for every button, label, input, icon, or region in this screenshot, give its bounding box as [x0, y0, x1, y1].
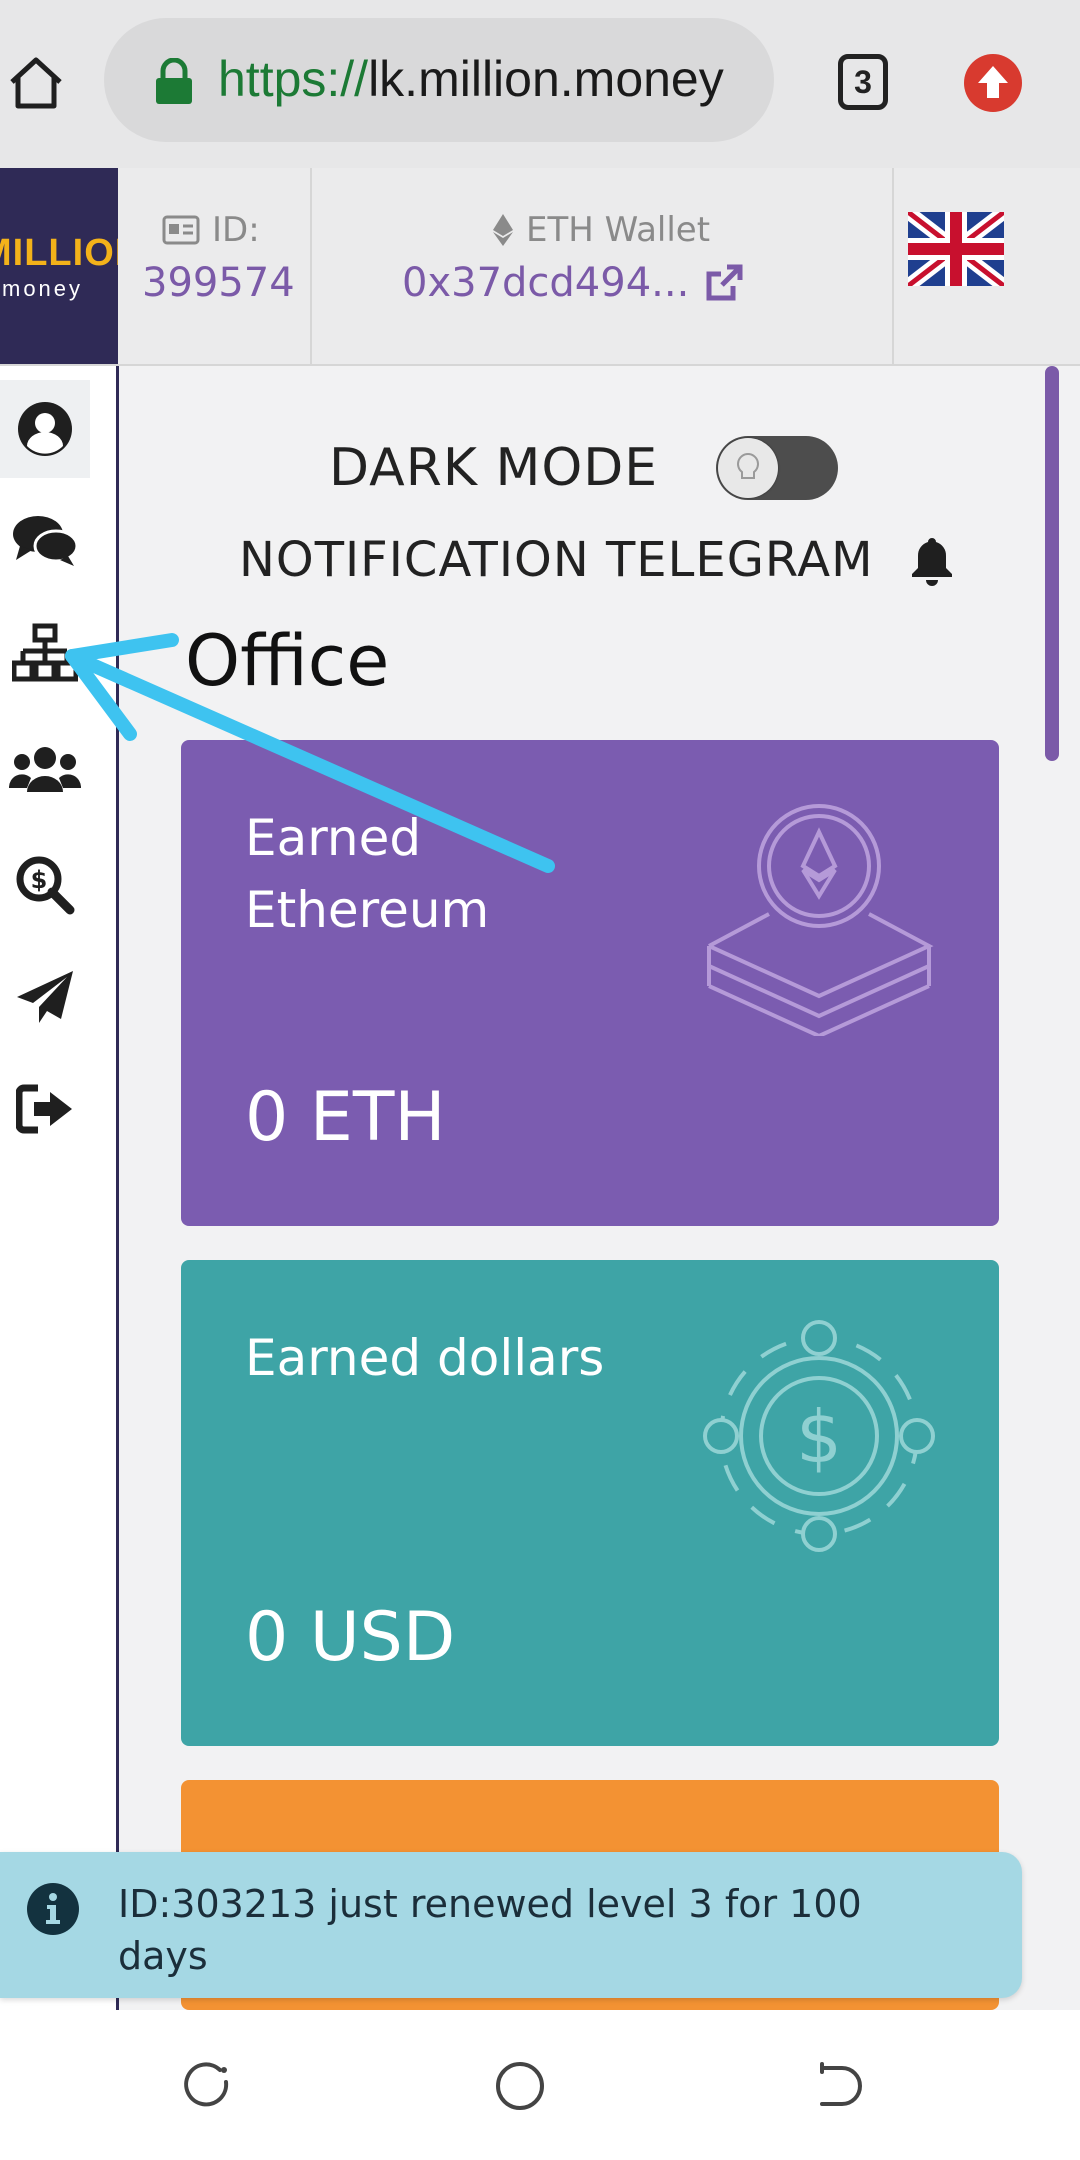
id-value: 399574 — [142, 260, 295, 306]
sidebar-item-profile[interactable] — [0, 380, 90, 478]
card-value: 0 USD — [245, 1598, 456, 1677]
id-card-icon — [162, 215, 200, 245]
back-icon[interactable] — [806, 2058, 862, 2114]
dark-mode-toggle[interactable] — [716, 436, 839, 500]
toggle-knob — [718, 438, 779, 498]
url-host: lk.million.money — [368, 51, 724, 107]
lock-icon — [156, 58, 192, 104]
home-icon[interactable] — [4, 50, 68, 114]
svg-text:$: $ — [31, 866, 48, 894]
dollar-cycle-icon: $ — [703, 1320, 935, 1552]
sidebar-item-structure[interactable] — [0, 604, 90, 702]
sidebar-item-telegram[interactable] — [0, 948, 90, 1046]
dark-mode-row: DARK MODE — [329, 436, 839, 500]
search-dollar-icon: $ — [16, 856, 75, 915]
ethereum-icon — [493, 214, 513, 246]
earned-ethereum-card[interactable]: Earned Ethereum 0 ETH — [181, 740, 999, 1226]
wallet-label: ETH Wallet — [526, 210, 711, 250]
bell-icon[interactable] — [910, 534, 954, 586]
toast-message: ID:303213 just renewed level 3 for 100 d… — [118, 1882, 862, 1978]
user-circle-icon — [18, 402, 72, 456]
id-label-row: ID: — [162, 210, 260, 250]
wallet-address: 0x37dcd494... — [402, 260, 690, 306]
lightbulb-icon — [737, 452, 760, 479]
user-id-block: ID: 399574 — [118, 168, 312, 364]
card-value: 0 ETH — [245, 1078, 446, 1157]
uk-flag-icon[interactable] — [908, 212, 1004, 286]
notification-telegram-label: NOTIFICATION TELEGRAM — [239, 532, 874, 588]
dark-mode-label: DARK MODE — [329, 438, 659, 498]
upload-icon[interactable] — [962, 52, 1024, 114]
app-header: MILLION money ID: 399574 ETH Wallet 0x37… — [0, 168, 1080, 366]
sidebar-item-chat[interactable] — [0, 492, 90, 590]
card-title: Earned dollars — [245, 1329, 605, 1387]
browser-toolbar: https://lk.million.money 3 — [0, 0, 1080, 169]
url-text: https://lk.million.money — [218, 50, 724, 108]
info-circle-icon — [27, 1883, 79, 1935]
earned-dollars-card[interactable]: Earned dollars 0 USD $ — [181, 1260, 999, 1746]
logo-text: MILLION — [0, 232, 118, 274]
recent-apps-icon[interactable] — [180, 2058, 236, 2114]
eth-wallet-block: ETH Wallet 0x37dcd494... — [312, 168, 894, 364]
sidebar-item-partners[interactable] — [0, 720, 90, 818]
address-bar[interactable]: https://lk.million.money — [104, 18, 774, 142]
notification-telegram-row[interactable]: NOTIFICATION TELEGRAM — [239, 532, 954, 588]
wallet-address-link[interactable]: 0x37dcd494... — [402, 260, 745, 306]
sign-out-icon — [16, 1084, 72, 1134]
card-title: Earned Ethereum — [245, 809, 490, 939]
main-content: DARK MODE NOTIFICATION TELEGRAM Office E… — [119, 366, 1059, 2010]
logo[interactable]: MILLION money — [0, 168, 118, 364]
url-scheme: https:// — [218, 51, 369, 107]
external-link-icon[interactable] — [703, 262, 745, 304]
home-circle-icon[interactable] — [492, 2058, 548, 2114]
system-nav-bar — [0, 2010, 1080, 2160]
paper-plane-icon — [17, 971, 73, 1023]
wallet-label-row: ETH Wallet — [492, 210, 710, 250]
sidebar-item-logout[interactable] — [0, 1060, 90, 1158]
page-title: Office — [185, 620, 390, 702]
tabs-icon[interactable]: 3 — [838, 54, 888, 110]
chat-bubbles-icon — [13, 516, 78, 566]
users-icon — [9, 747, 81, 792]
sitemap-icon — [12, 623, 78, 682]
ethereum-coins-icon — [707, 804, 934, 1036]
scrollbar[interactable] — [1045, 366, 1059, 761]
sidebar: $ — [0, 366, 119, 2010]
notification-toast[interactable]: ID:303213 just renewed level 3 for 100 d… — [0, 1852, 1022, 1998]
id-label: ID: — [212, 210, 260, 250]
sidebar-item-search-dollar[interactable]: $ — [0, 836, 90, 934]
svg-text:$: $ — [796, 1395, 842, 1479]
logo-subtext: money — [2, 276, 84, 301]
